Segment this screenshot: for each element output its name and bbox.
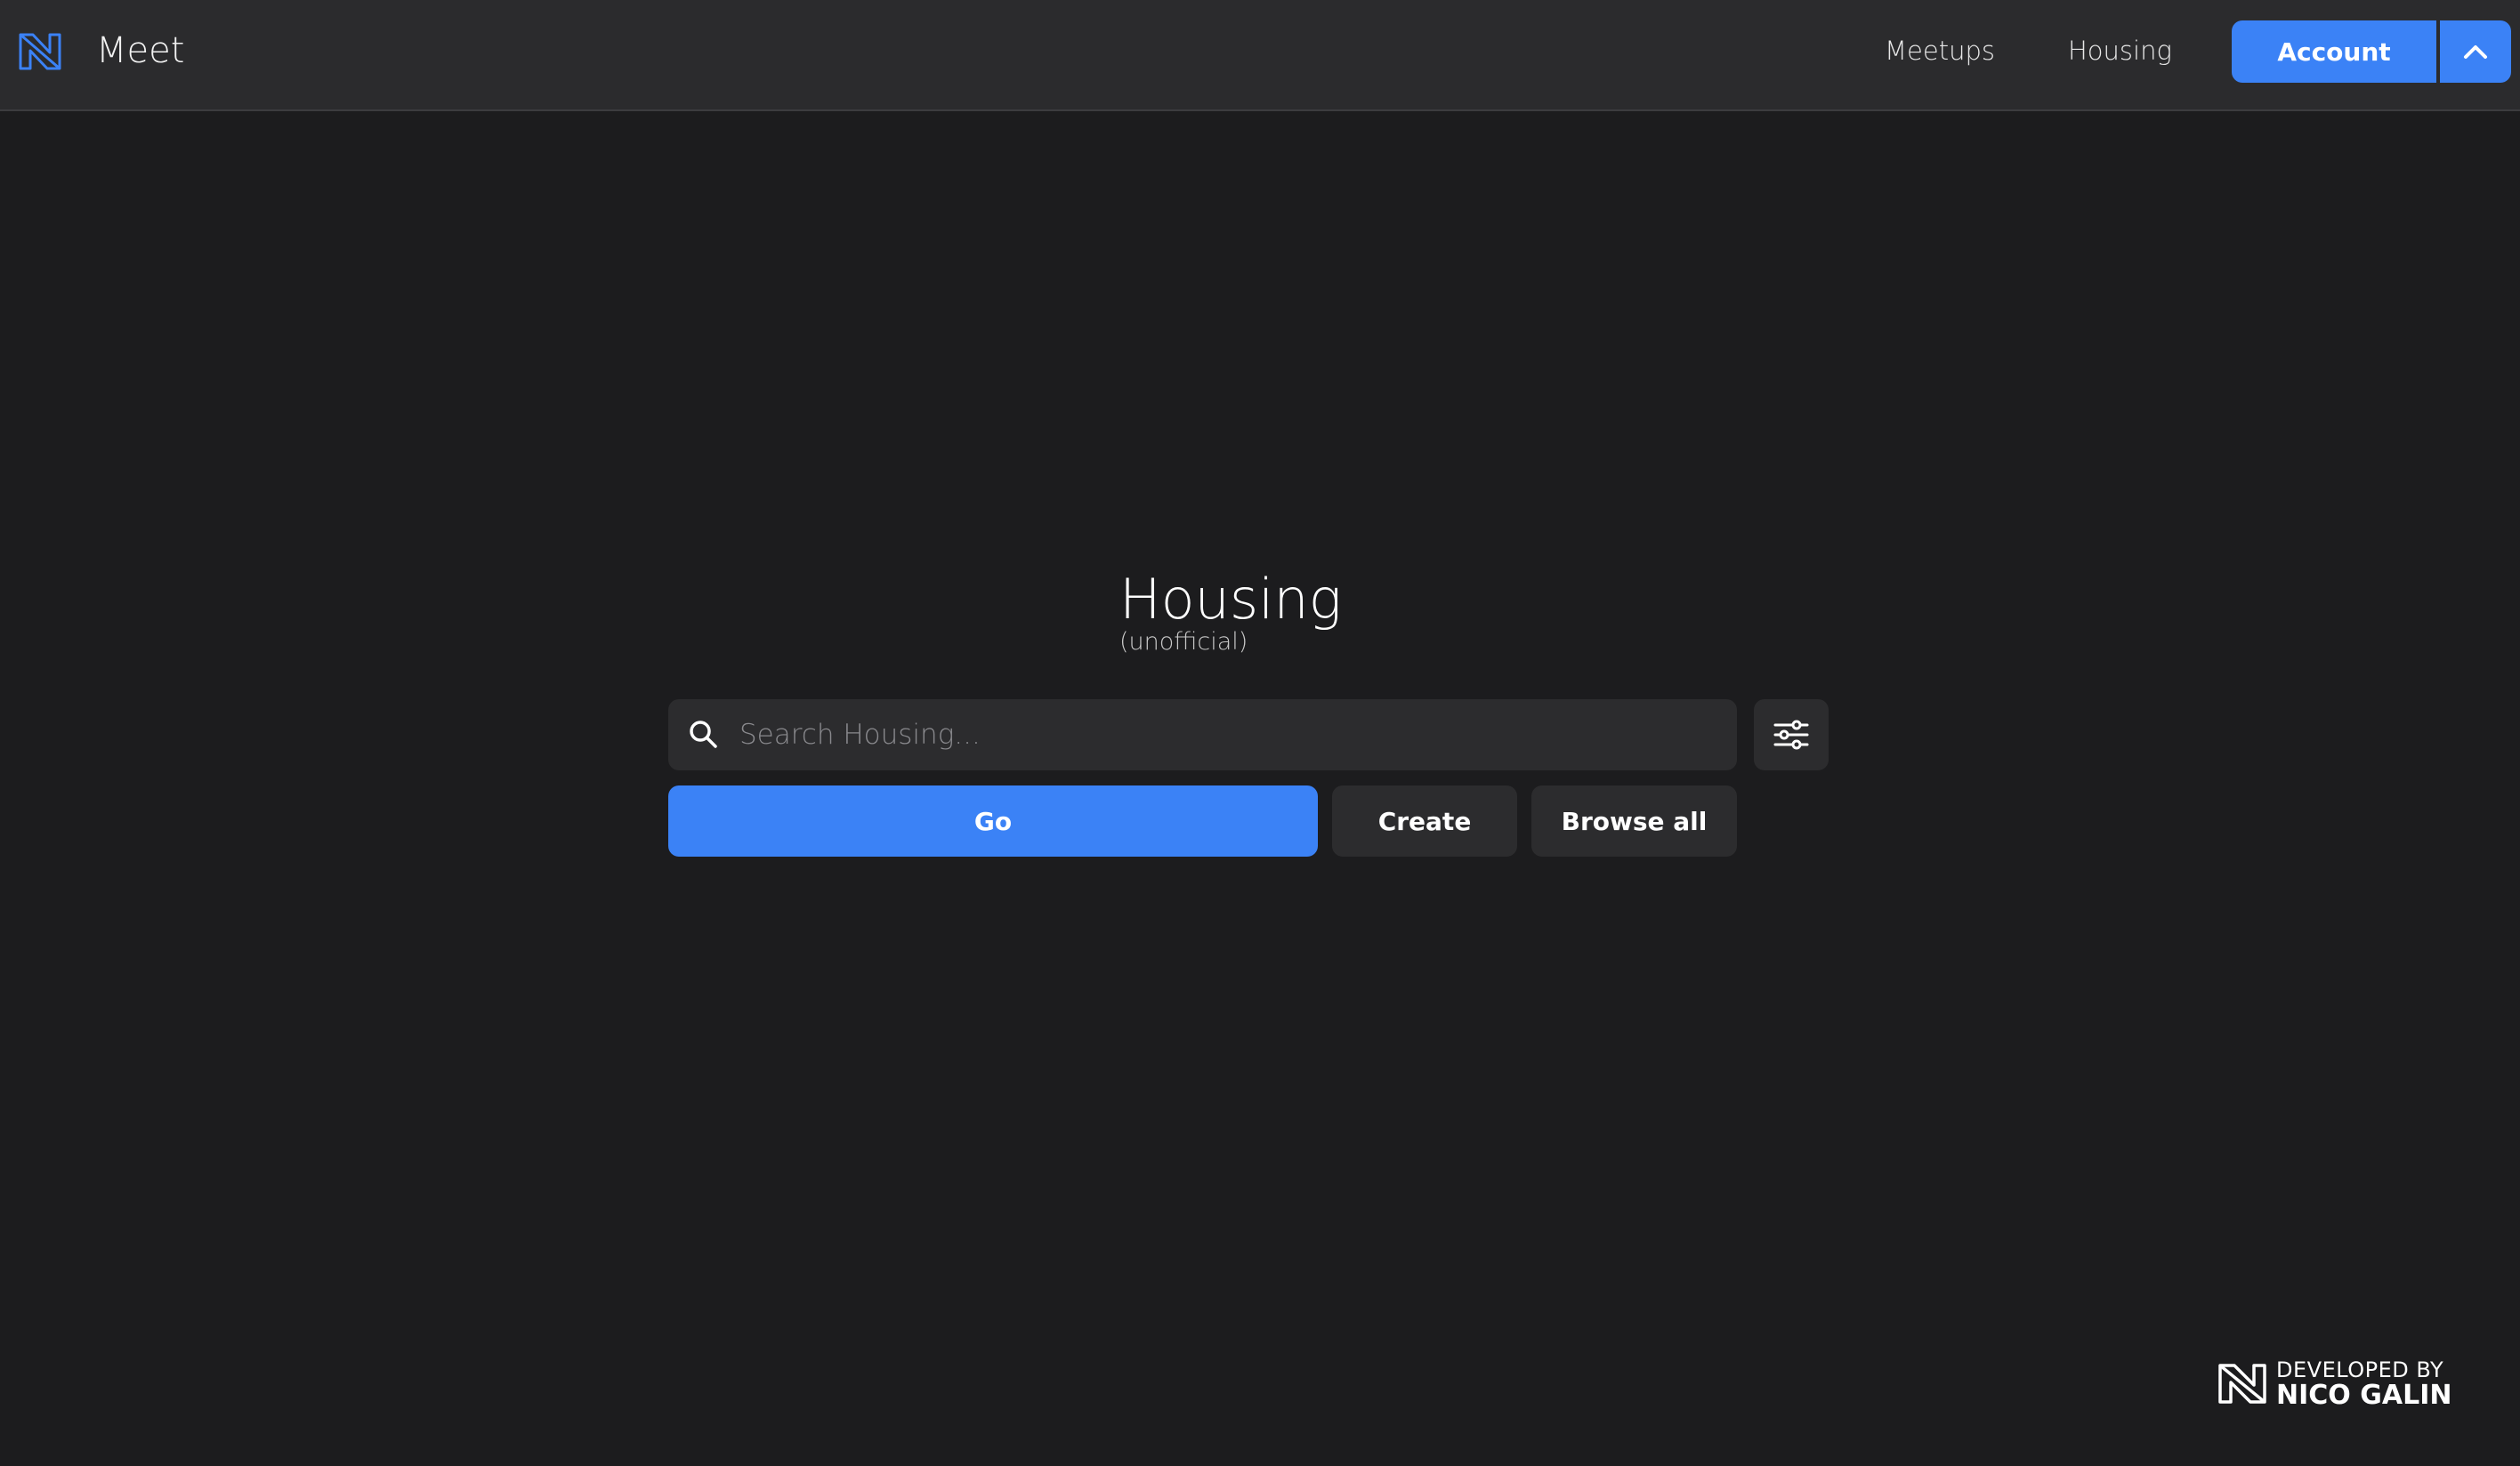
account-button[interactable]: Account: [2232, 20, 2436, 83]
brand-logo-icon[interactable]: [18, 29, 62, 72]
sliders-icon: [1773, 720, 1809, 750]
developer-logo-icon: [2218, 1364, 2266, 1404]
nav-link-housing[interactable]: Housing: [2068, 34, 2172, 68]
account-menu-toggle[interactable]: [2440, 20, 2511, 83]
developer-badge[interactable]: DEVELOPED BY NICO GALIN: [2217, 1356, 2452, 1411]
page-subtitle: (unofficial): [1119, 628, 1248, 656]
search-icon: [690, 721, 717, 748]
search-box: [668, 699, 1737, 770]
brand-name[interactable]: Meet: [96, 28, 184, 73]
developer-name: NICO GALIN: [2276, 1380, 2452, 1411]
go-button[interactable]: Go: [668, 785, 1318, 857]
search-input[interactable]: [739, 699, 1718, 770]
developed-by-label: DEVELOPED BY: [2276, 1357, 2444, 1382]
nav-link-meetups[interactable]: Meetups: [1885, 34, 1995, 68]
chevron-up-icon: [2464, 45, 2487, 59]
browse-all-button[interactable]: Browse all: [1531, 785, 1737, 857]
filter-button[interactable]: [1754, 699, 1829, 770]
create-button[interactable]: Create: [1332, 785, 1517, 857]
top-nav-bar: Meet Meetups Housing Account: [0, 0, 2520, 111]
